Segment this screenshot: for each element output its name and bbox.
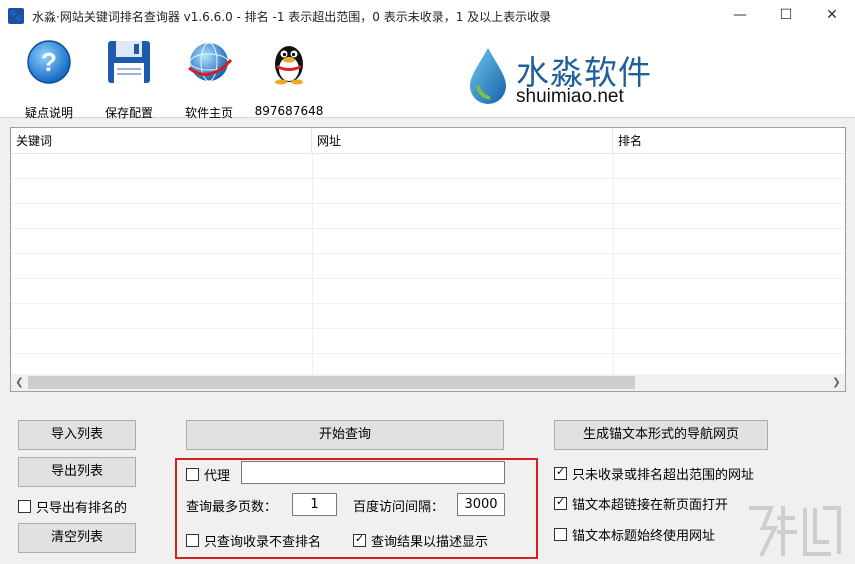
column-divider (312, 154, 313, 374)
help-button[interactable]: ? 疑点说明 (9, 38, 89, 121)
horizontal-scrollbar[interactable]: ❮ ❯ (11, 374, 845, 391)
qq-button[interactable]: 897687648 (249, 38, 329, 118)
checkbox-box[interactable] (554, 465, 567, 480)
column-rank[interactable]: 排名 (613, 128, 845, 154)
scroll-left-icon[interactable]: ❮ (11, 374, 28, 391)
title-use-url-checkbox[interactable]: 锚文本标题始终使用网址 (554, 525, 715, 544)
checkbox-box[interactable] (554, 528, 567, 541)
table-row (11, 229, 845, 254)
import-list-button[interactable]: 导入列表 (18, 420, 136, 450)
svg-text:?: ? (41, 47, 57, 77)
start-query-button[interactable]: 开始查询 (186, 420, 504, 450)
open-new-window-checkbox[interactable]: 锚文本超链接在新页面打开 (554, 494, 728, 513)
proxy-label: 代理 (204, 469, 231, 484)
checkbox-box[interactable] (186, 534, 199, 547)
column-divider (613, 154, 614, 374)
only-unindexed-label: 只未收录或排名超出范围的网址 (572, 468, 755, 483)
help-icon: ? (27, 40, 71, 84)
floppy-disk-icon (108, 41, 150, 83)
table-row (11, 154, 845, 179)
help-label: 疑点说明 (24, 106, 73, 120)
export-ranked-only-label: 只导出有排名的 (36, 501, 128, 516)
title-use-url-label: 锚文本标题始终使用网址 (572, 529, 716, 544)
desc-display-checkbox[interactable]: 查询结果以描述显示 (353, 531, 488, 550)
table-row (11, 179, 845, 204)
table-row (11, 329, 845, 354)
window-title: 水淼·网站关键词排名查询器 v1.6.6.0 - 排名 -1 表示超出范围，0 … (32, 10, 552, 24)
save-config-button[interactable]: 保存配置 (89, 38, 169, 121)
logo-text-en: shuimiao.net (516, 86, 624, 107)
homepage-label: 软件主页 (184, 106, 233, 120)
export-list-button[interactable]: 导出列表 (18, 457, 136, 487)
table-header: 关键词 网址 排名 (11, 128, 845, 154)
desc-display-label: 查询结果以描述显示 (371, 535, 489, 550)
open-new-window-label: 锚文本超链接在新页面打开 (572, 498, 729, 513)
table-row (11, 304, 845, 329)
checkbox-box[interactable] (186, 468, 199, 481)
save-config-label: 保存配置 (104, 106, 153, 120)
results-table[interactable]: 关键词 网址 排名 ❮ ❯ (10, 127, 846, 392)
column-keyword[interactable]: 关键词 (11, 128, 312, 154)
column-url[interactable]: 网址 (312, 128, 613, 154)
baidu-interval-label: 百度访问间隔： (353, 500, 445, 515)
paw-icon[interactable]: 🐾 (8, 8, 24, 24)
max-pages-label: 查询最多页数： (186, 500, 278, 515)
qq-penguin-icon (275, 46, 303, 85)
index-only-checkbox[interactable]: 只查询收录不查排名 (186, 531, 321, 550)
brand-logo: 水淼软件 shuimiao.net (466, 44, 666, 108)
homepage-button[interactable]: 软件主页 (169, 38, 249, 121)
minimize-button[interactable]: — (717, 0, 763, 30)
export-ranked-only-checkbox[interactable]: 只导出有排名的 (18, 497, 127, 516)
close-button[interactable]: ✕ (809, 0, 855, 30)
index-only-label: 只查询收录不查排名 (204, 535, 322, 550)
title-bar: 🐾 水淼·网站关键词排名查询器 v1.6.6.0 - 排名 -1 表示超出范围，… (0, 0, 855, 32)
max-pages-input[interactable]: 1 (292, 493, 337, 516)
globe-icon (188, 42, 233, 82)
proxy-checkbox[interactable]: 代理 (186, 465, 230, 484)
table-row (11, 279, 845, 304)
baidu-interval-input[interactable]: 3000 (457, 493, 505, 516)
table-row (11, 204, 845, 229)
water-drop-icon (470, 48, 506, 104)
checkbox-box[interactable] (18, 500, 31, 513)
toolbar: ? 疑点说明 保存配置 软件主页 897687648 水淼软件 shuimiao… (0, 32, 855, 121)
checkbox-box[interactable] (353, 532, 366, 547)
only-unindexed-checkbox[interactable]: 只未收录或排名超出范围的网址 (554, 464, 754, 483)
proxy-input[interactable] (241, 461, 505, 484)
scroll-right-icon[interactable]: ❯ (828, 374, 845, 391)
qq-number: 897687648 (254, 104, 324, 118)
clear-list-button[interactable]: 清空列表 (18, 523, 136, 553)
watermark-logo (749, 506, 841, 557)
maximize-button[interactable]: ☐ (763, 0, 809, 30)
checkbox-box[interactable] (554, 495, 567, 510)
generate-nav-page-button[interactable]: 生成锚文本形式的导航网页 (554, 420, 768, 450)
table-row (11, 254, 845, 279)
scrollbar-thumb[interactable] (28, 376, 635, 389)
